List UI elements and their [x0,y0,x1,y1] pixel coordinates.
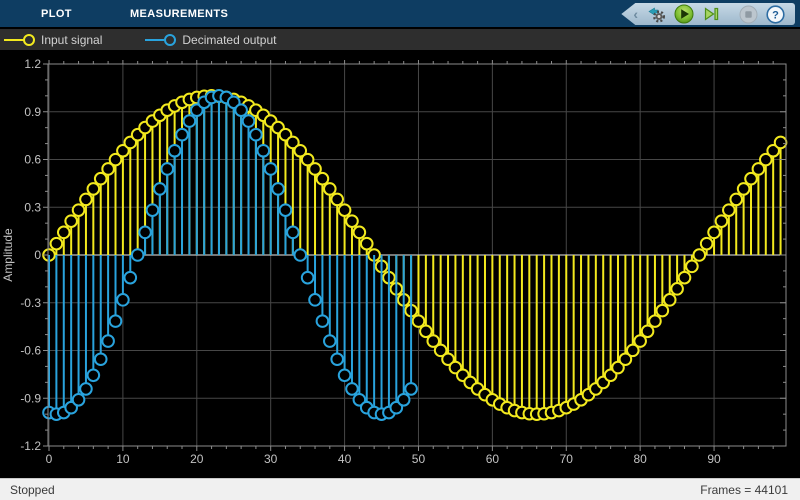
legend-item-input-signal[interactable]: Input signal [3,29,102,50]
toolstrip-tabbar: PLOT MEASUREMENTS ‹ ? [0,0,800,27]
simulink-gear-icon[interactable] [647,4,667,24]
svg-text:40: 40 [338,452,352,466]
plot-region: 0 10 20 30 40 50 60 70 80 90 -1.2 -0.9 -0.6 -0.3 0 0.3 0… [0,50,800,478]
tab-measurements[interactable]: MEASUREMENTS [130,8,228,20]
svg-text:90: 90 [707,452,721,466]
svg-text:20: 20 [190,452,204,466]
tab-plot[interactable]: PLOT [41,8,72,20]
svg-text:30: 30 [264,452,278,466]
run-icon[interactable] [674,4,694,24]
svg-text:0: 0 [46,452,53,466]
svg-text:70: 70 [560,452,574,466]
collapse-toolbar-icon[interactable]: ‹ [633,4,638,24]
legend-label-input-signal: Input signal [41,32,103,47]
svg-text:-0.3: -0.3 [20,296,41,310]
svg-text:80: 80 [633,452,647,466]
legend-label-decimated-output: Decimated output [182,32,277,47]
time-scope-window: PLOT MEASUREMENTS ‹ ? Input signal Decim… [0,0,800,500]
legend-bar: Input signal Decimated output [0,29,800,50]
svg-text:0.6: 0.6 [24,153,41,167]
svg-text:0.3: 0.3 [24,200,41,214]
svg-text:-0.6: -0.6 [20,344,41,358]
step-forward-icon[interactable] [701,4,721,24]
svg-text:0: 0 [34,248,41,262]
frames-counter: Frames = 44101 [700,482,788,497]
svg-text:-1.2: -1.2 [20,439,41,453]
svg-text:?: ? [772,9,779,21]
simulation-status: Stopped [10,482,55,497]
svg-text:60: 60 [486,452,500,466]
stem-chart: 0 10 20 30 40 50 60 70 80 90 -1.2 -0.9 -0.6 -0.3 0 0.3 0… [0,50,800,478]
status-bar: Stopped Frames = 44101 [0,478,800,500]
stop-icon [738,4,758,24]
svg-text:-0.9: -0.9 [20,391,41,405]
svg-text:10: 10 [116,452,130,466]
y-axis-label: Amplitude [1,228,15,282]
svg-text:50: 50 [412,452,426,466]
legend-item-decimated-output[interactable]: Decimated output [144,29,276,50]
svg-text:1.2: 1.2 [24,57,41,71]
decimated-output-marker-icon [145,33,177,46]
input-signal-marker-icon [4,33,35,46]
help-icon[interactable]: ? [765,4,785,24]
playback-toolbar: ‹ ? [621,3,795,25]
svg-text:0.9: 0.9 [24,105,41,119]
